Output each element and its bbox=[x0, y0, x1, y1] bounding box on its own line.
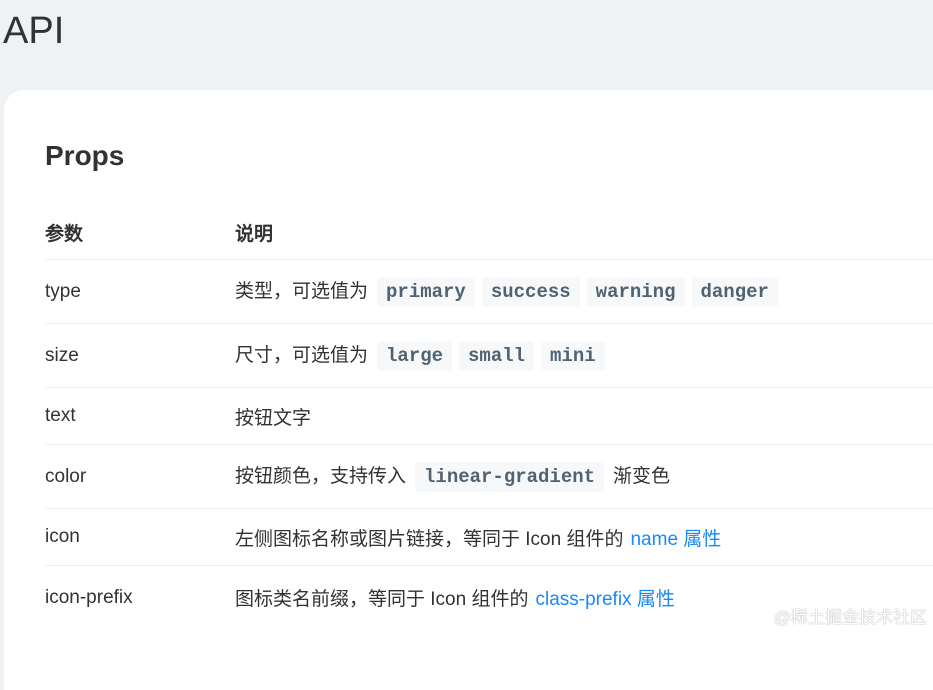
table-header-row: 参数 说明 bbox=[45, 206, 933, 260]
table-row: type 类型，可选值为 primary success warning danger bbox=[45, 259, 933, 324]
value-tags: primary success warning danger bbox=[368, 277, 778, 307]
param-description: 按钮文字 bbox=[235, 387, 933, 445]
description-text: 按钮文字 bbox=[235, 407, 312, 429]
description-text: 左侧图标名称或图片链接，等同于 Icon 组件的 bbox=[235, 528, 624, 550]
param-name: color bbox=[45, 444, 235, 509]
value-tag: warning bbox=[586, 277, 685, 307]
param-name: size bbox=[45, 323, 235, 388]
watermark: @稀土掘金技术社区 bbox=[773, 608, 927, 627]
value-tags: linear-gradient bbox=[406, 462, 605, 492]
description-text: 图标类名前缀，等同于 Icon 组件的 bbox=[235, 589, 529, 611]
header-description: 说明 bbox=[235, 224, 274, 245]
section-title: Props bbox=[45, 140, 125, 171]
description-text: 类型，可选值为 bbox=[235, 281, 369, 302]
value-tag: danger bbox=[691, 277, 778, 307]
param-description: 左侧图标名称或图片链接，等同于 Icon 组件的 name 属性 bbox=[235, 508, 933, 566]
value-tag: small bbox=[459, 341, 535, 371]
value-tag: linear-gradient bbox=[415, 462, 605, 492]
doc-link[interactable]: name 属性 bbox=[630, 529, 721, 550]
page-title: API bbox=[3, 10, 65, 52]
table-row: text 按钮文字 bbox=[45, 387, 933, 445]
props-card: Props 参数 说明 type 类型，可选值为 primary success war… bbox=[4, 90, 933, 690]
description-suffix: 渐变色 bbox=[613, 466, 671, 487]
description-text: 尺寸，可选值为 bbox=[235, 345, 369, 366]
value-tag: large bbox=[377, 341, 453, 371]
value-tag: primary bbox=[377, 277, 475, 307]
param-description: 按钮颜色，支持传入 linear-gradient 渐变色 bbox=[235, 444, 933, 509]
param-name: text bbox=[45, 387, 235, 445]
props-table: 参数 说明 type 类型，可选值为 primary success warning da… bbox=[45, 206, 933, 630]
value-tag: success bbox=[481, 277, 580, 307]
header-param: 参数 bbox=[45, 224, 84, 245]
table-row: color 按钮颜色，支持传入 linear-gradient 渐变色 bbox=[45, 444, 933, 509]
param-description: 类型，可选值为 primary success warning danger bbox=[235, 259, 933, 324]
param-name: icon-prefix bbox=[45, 565, 235, 630]
param-name: icon bbox=[45, 508, 235, 566]
value-tags: large small mini bbox=[368, 341, 605, 371]
value-tag: mini bbox=[541, 341, 605, 371]
description-text: 按钮颜色，支持传入 bbox=[235, 466, 407, 487]
table-row: icon 左侧图标名称或图片链接，等同于 Icon 组件的 name 属性 bbox=[45, 508, 933, 566]
param-description: 尺寸，可选值为 large small mini bbox=[235, 323, 933, 388]
table-row: size 尺寸，可选值为 large small mini bbox=[45, 323, 933, 388]
param-name: type bbox=[45, 259, 235, 324]
doc-link[interactable]: class-prefix 属性 bbox=[535, 589, 674, 610]
